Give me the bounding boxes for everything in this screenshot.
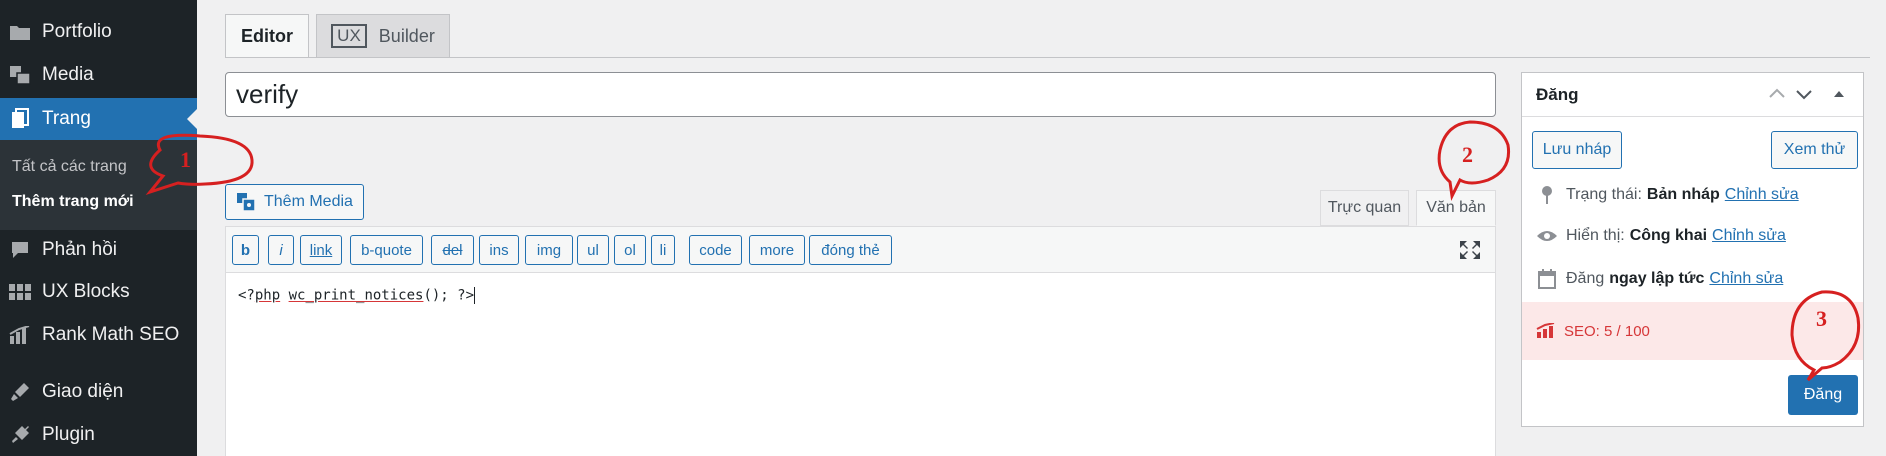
annotation-2: 2 bbox=[1462, 142, 1473, 167]
annotation-1: 1 bbox=[180, 147, 191, 172]
annotation-bubble-1 bbox=[145, 133, 254, 195]
annotation-3: 3 bbox=[1816, 306, 1827, 331]
annotation-overlay bbox=[145, 120, 1861, 382]
annotation-bubble-2 bbox=[1437, 120, 1511, 201]
